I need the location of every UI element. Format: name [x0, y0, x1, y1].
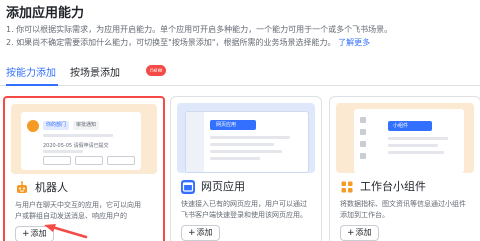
- preview-tag: 小组件: [388, 121, 432, 131]
- preview-line: [388, 137, 448, 140]
- preview-pill: 你的部门: [43, 121, 70, 130]
- robot-icon: [15, 181, 29, 195]
- preview-line: [210, 136, 290, 139]
- preview-line: [388, 144, 438, 147]
- card-description: 与用户在聊天中交互的应用，它可以向用 户或群组自动发送消息、响应用户的: [15, 200, 155, 222]
- card-title: 机器人: [35, 181, 68, 194]
- preview-button: [43, 156, 71, 165]
- tab-by-capability[interactable]: 按能力添加: [6, 64, 56, 79]
- preview-line: [210, 143, 274, 146]
- add-button-label: 添加: [196, 228, 213, 237]
- plus-icon: +: [22, 229, 30, 239]
- description-line-1: 1. 你可以根据实际需求，为应用开启能力。单个应用可开启多种能力，一个能力可用于…: [6, 25, 393, 34]
- card-description: 快速接入已有的网页应用，用户可以通过 飞书客户端快速登录和使用该网页应用。: [181, 199, 321, 221]
- card-description-line: 快速接入已有的网页应用，用户可以通过: [181, 200, 307, 208]
- plus-icon: +: [347, 228, 355, 238]
- card-title: 工作台小组件: [360, 180, 426, 193]
- card-description-line: 添加到工作台。: [340, 211, 389, 219]
- description-line-2-text: 2. 如果尚不确定需要添加什么能力，可切换至"按场景添加"，根据所需的业务场景选…: [6, 38, 336, 47]
- description-line-2: 2. 如果尚不确定需要添加什么能力，可切换至"按场景添加"，根据所需的业务场景选…: [6, 37, 370, 48]
- active-tab-indicator: [6, 84, 58, 86]
- chat-preview: 你的部门 审批通知 2020-05-05 请假申请已提交: [21, 112, 141, 170]
- preview-button: [75, 156, 103, 165]
- preview-line: [388, 151, 444, 154]
- tab-bar: 按能力添加 按场景添加 new: [0, 56, 480, 86]
- preview-pill: 审批通知: [73, 121, 100, 130]
- preview-line: [210, 150, 282, 153]
- card-description: 将数据指标、图文资讯等信息通过小组件 添加到工作台。: [340, 199, 480, 221]
- preview-line: [210, 157, 260, 160]
- page-title: 添加应用能力: [6, 6, 85, 21]
- preview-button: [107, 156, 135, 165]
- preview-square: [360, 129, 366, 135]
- new-badge: new: [146, 65, 167, 76]
- tab-by-scenario[interactable]: 按场景添加: [70, 64, 120, 79]
- card-header: 工作台小组件: [340, 179, 480, 195]
- add-button-label: 添加: [355, 228, 372, 237]
- learn-more-link[interactable]: 了解更多: [338, 38, 370, 47]
- card-description-line: 飞书客户端快速登录和使用该网页应用。: [181, 211, 307, 219]
- avatar: [27, 120, 39, 132]
- screen-sidebar: [186, 112, 204, 172]
- capability-card-widget[interactable]: 小组件 工作台小组件 将数据指标、图文资讯等信息通过小组件 添加到工作台。 +添…: [329, 96, 480, 241]
- capability-card-bot[interactable]: 你的部门 审批通知 2020-05-05 请假申请已提交 机器人 与用户在聊天中…: [3, 96, 165, 241]
- widget-preview-image: 小组件: [336, 103, 474, 173]
- plus-icon: +: [188, 228, 196, 238]
- preview-line: [43, 150, 83, 153]
- preview-square: [360, 141, 366, 147]
- card-description-line: 户或群组自动发送消息、响应用户的: [15, 212, 127, 220]
- preview-tag: 网页应用: [210, 120, 256, 130]
- annotation-arrow-icon: [44, 224, 88, 239]
- add-widget-button[interactable]: +添加: [340, 225, 379, 241]
- capability-card-web-app[interactable]: 网页应用 网页应用 快速接入已有的网页应用，用户可以通过 飞书客户端快速登录和使…: [170, 96, 322, 241]
- web-app-icon: [181, 180, 195, 194]
- preview-square: [360, 153, 366, 159]
- card-header: 网页应用: [181, 179, 321, 195]
- web-app-preview-image: 网页应用: [177, 103, 315, 173]
- widget-icon: [340, 180, 354, 194]
- add-web-app-button[interactable]: +添加: [181, 225, 220, 241]
- card-description-line: 与用户在聊天中交互的应用，它可以向用: [15, 201, 141, 209]
- widget-preview: 小组件: [354, 109, 464, 173]
- preview-line: [43, 134, 113, 137]
- preview-date: 2020-05-05 请假申请已提交: [43, 143, 109, 149]
- screen-preview: 网页应用: [185, 111, 309, 173]
- card-description-line: 将数据指标、图文资讯等信息通过小组件: [340, 200, 466, 208]
- bot-preview-image: 你的部门 审批通知 2020-05-05 请假申请已提交: [11, 104, 157, 174]
- card-header: 机器人: [15, 180, 155, 196]
- preview-square: [360, 117, 366, 123]
- card-title: 网页应用: [201, 180, 245, 193]
